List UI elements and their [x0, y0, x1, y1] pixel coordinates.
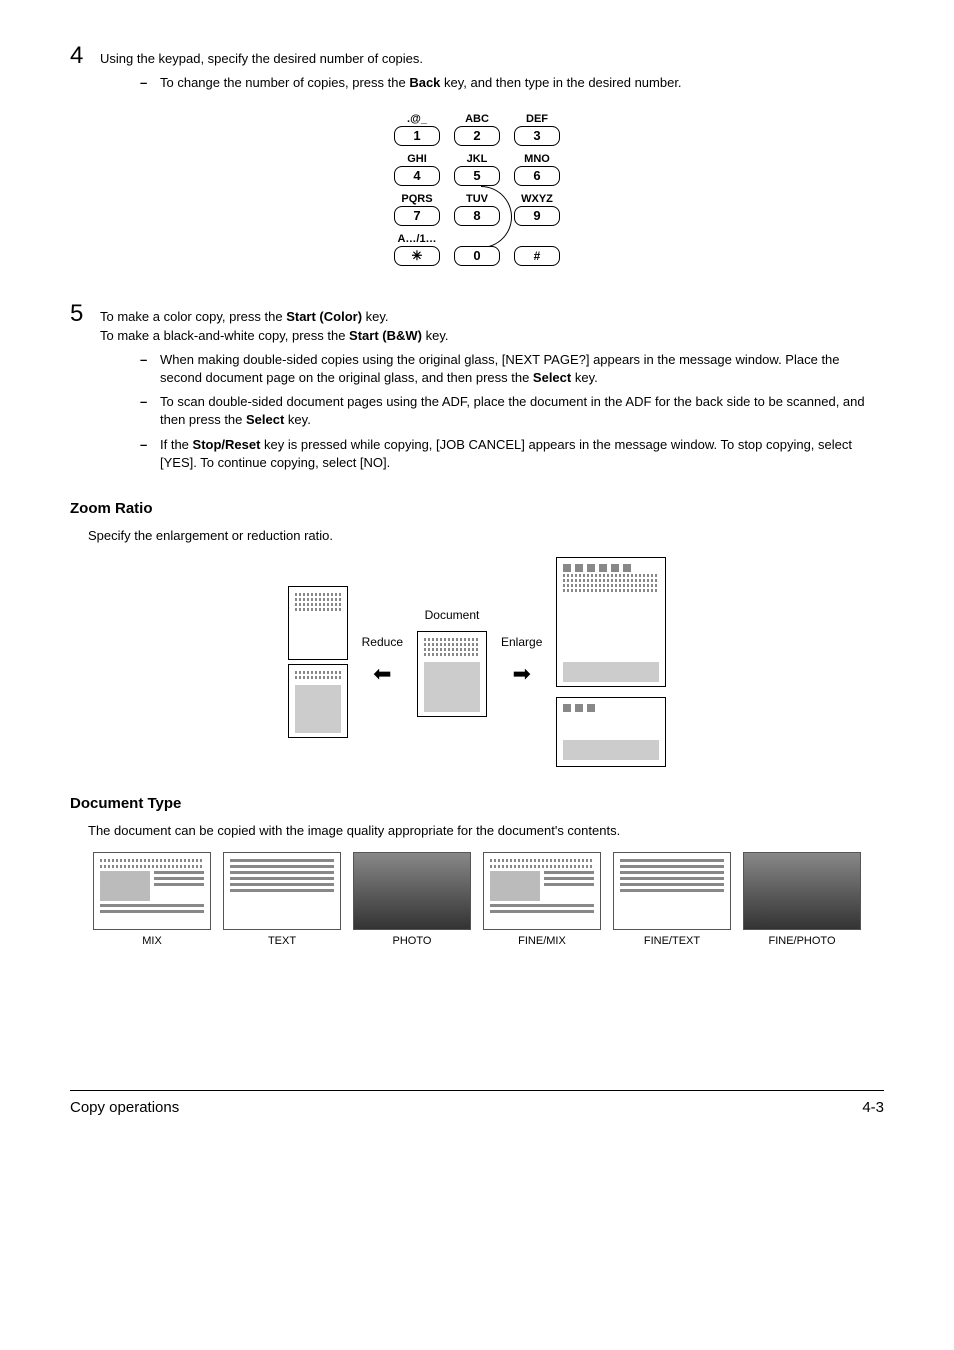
text: key.: [362, 309, 389, 324]
doc-thumb-enlarged: [556, 557, 666, 687]
key-letters: ABC: [454, 112, 500, 126]
key-letters: [454, 232, 500, 246]
doctype-row: MIX TEXT PHOTO FINE/MIX FINE/TEXT FINE/P…: [70, 852, 884, 949]
key-letters: [514, 232, 560, 246]
doctype-label: TEXT: [268, 935, 296, 947]
step-number-4: 4: [70, 44, 100, 68]
bullet-text: To scan double-sided document pages usin…: [160, 393, 884, 429]
step-5: 5 To make a color copy, press the Start …: [70, 302, 884, 344]
doctype-fine-mix: FINE/MIX: [483, 852, 601, 949]
text: When making double-sided copies using th…: [160, 352, 840, 385]
key-letters: GHI: [394, 152, 440, 166]
zoom-reduce-label: Reduce: [362, 634, 403, 651]
doctype-fine-text: FINE/TEXT: [613, 852, 731, 949]
step-4: 4 Using the keypad, specify the desired …: [70, 44, 884, 68]
doc-thumb-enlarged-crop: [556, 697, 666, 767]
text: If the: [160, 437, 193, 452]
key-5: 5: [454, 166, 500, 186]
footer-left: Copy operations: [70, 1097, 179, 1118]
doctype-mix: MIX: [93, 852, 211, 949]
step-5-bullet-3: – If the Stop/Reset key is pressed while…: [70, 436, 884, 472]
bullet-text: When making double-sided copies using th…: [160, 351, 884, 387]
text: key, and then type in the desired number…: [440, 75, 681, 90]
step-5-body: To make a color copy, press the Start (C…: [100, 302, 884, 344]
doctype-label: FINE/PHOTO: [768, 935, 835, 947]
text: key.: [284, 412, 311, 427]
doc-thumb-reduced-top: [288, 586, 348, 660]
key-letters: .@_: [394, 112, 440, 126]
key-7: 7: [394, 206, 440, 226]
key-select: Select: [246, 412, 284, 427]
doctype-fine-photo: FINE/PHOTO: [743, 852, 861, 949]
key-letters: TUV: [454, 192, 500, 206]
text: key is pressed while copying, [JOB CANCE…: [160, 437, 852, 470]
doctype-label: MIX: [142, 935, 162, 947]
step-number-5: 5: [70, 302, 100, 326]
doctype-label: PHOTO: [393, 935, 432, 947]
key-star: ✳: [394, 246, 440, 266]
key-1: 1: [394, 126, 440, 146]
bullet-dash: –: [140, 436, 160, 472]
doctype-label: FINE/MIX: [518, 935, 566, 947]
arrow-left-icon: [373, 659, 391, 690]
step-4-bullet: – To change the number of copies, press …: [70, 74, 884, 92]
footer-right: 4-3: [862, 1097, 884, 1118]
zoom-reduce-col: [288, 586, 348, 738]
key-letters: JKL: [454, 152, 500, 166]
key-4: 4: [394, 166, 440, 186]
step-4-text: Using the keypad, specify the desired nu…: [100, 44, 884, 68]
key-letters: PQRS: [394, 192, 440, 206]
doc-thumb-original: [417, 631, 487, 717]
key-letters: WXYZ: [514, 192, 560, 206]
step-4-bullet-text: To change the number of copies, press th…: [160, 74, 884, 92]
key-3: 3: [514, 126, 560, 146]
key-start-bw: Start (B&W): [349, 328, 422, 343]
zoom-heading: Zoom Ratio: [70, 498, 884, 519]
zoom-enlarge-col: [556, 557, 666, 767]
doctype-label: FINE/TEXT: [644, 935, 700, 947]
zoom-enlarge-label: Enlarge: [501, 634, 542, 651]
key-letters: MNO: [514, 152, 560, 166]
doctype-photo: PHOTO: [353, 852, 471, 949]
text: To make a color copy, press the: [100, 309, 286, 324]
step-5-bullet-2: – To scan double-sided document pages us…: [70, 393, 884, 429]
keypad: .@_1 ABC2 DEF3 GHI4 JKL5 MNO6 PQRS7 TUV8…: [394, 112, 560, 272]
text: key.: [422, 328, 449, 343]
text: key.: [571, 370, 598, 385]
key-hash: [514, 246, 560, 266]
step-5-bullet-1: – When making double-sided copies using …: [70, 351, 884, 387]
key-9: 9: [514, 206, 560, 226]
key-letters: A…/1…: [394, 232, 440, 246]
key-start-color: Start (Color): [286, 309, 362, 324]
key-select: Select: [533, 370, 571, 385]
text: To make a black-and-white copy, press th…: [100, 328, 349, 343]
zoom-document-label: Document: [425, 607, 480, 624]
key-2: 2: [454, 126, 500, 146]
arrow-right-icon: [512, 659, 530, 690]
zoom-figure: Reduce Document Enlarge: [70, 557, 884, 767]
doctype-desc: The document can be copied with the imag…: [70, 822, 884, 840]
page-footer: Copy operations 4-3: [70, 1090, 884, 1118]
doc-thumb-reduced-bottom: [288, 664, 348, 738]
text: To change the number of copies, press th…: [160, 75, 409, 90]
key-back: Back: [409, 75, 440, 90]
zoom-desc: Specify the enlargement or reduction rat…: [70, 527, 884, 545]
bullet-text: If the Stop/Reset key is pressed while c…: [160, 436, 884, 472]
key-letters: DEF: [514, 112, 560, 126]
bullet-dash: –: [140, 351, 160, 387]
key-0: 0: [454, 246, 500, 266]
key-stop-reset: Stop/Reset: [193, 437, 261, 452]
doctype-heading: Document Type: [70, 793, 884, 814]
key-8: 8: [454, 206, 500, 226]
bullet-dash: –: [140, 393, 160, 429]
bullet-dash: –: [140, 74, 160, 92]
keypad-figure: .@_1 ABC2 DEF3 GHI4 JKL5 MNO6 PQRS7 TUV8…: [70, 112, 884, 272]
key-6: 6: [514, 166, 560, 186]
doctype-text: TEXT: [223, 852, 341, 949]
